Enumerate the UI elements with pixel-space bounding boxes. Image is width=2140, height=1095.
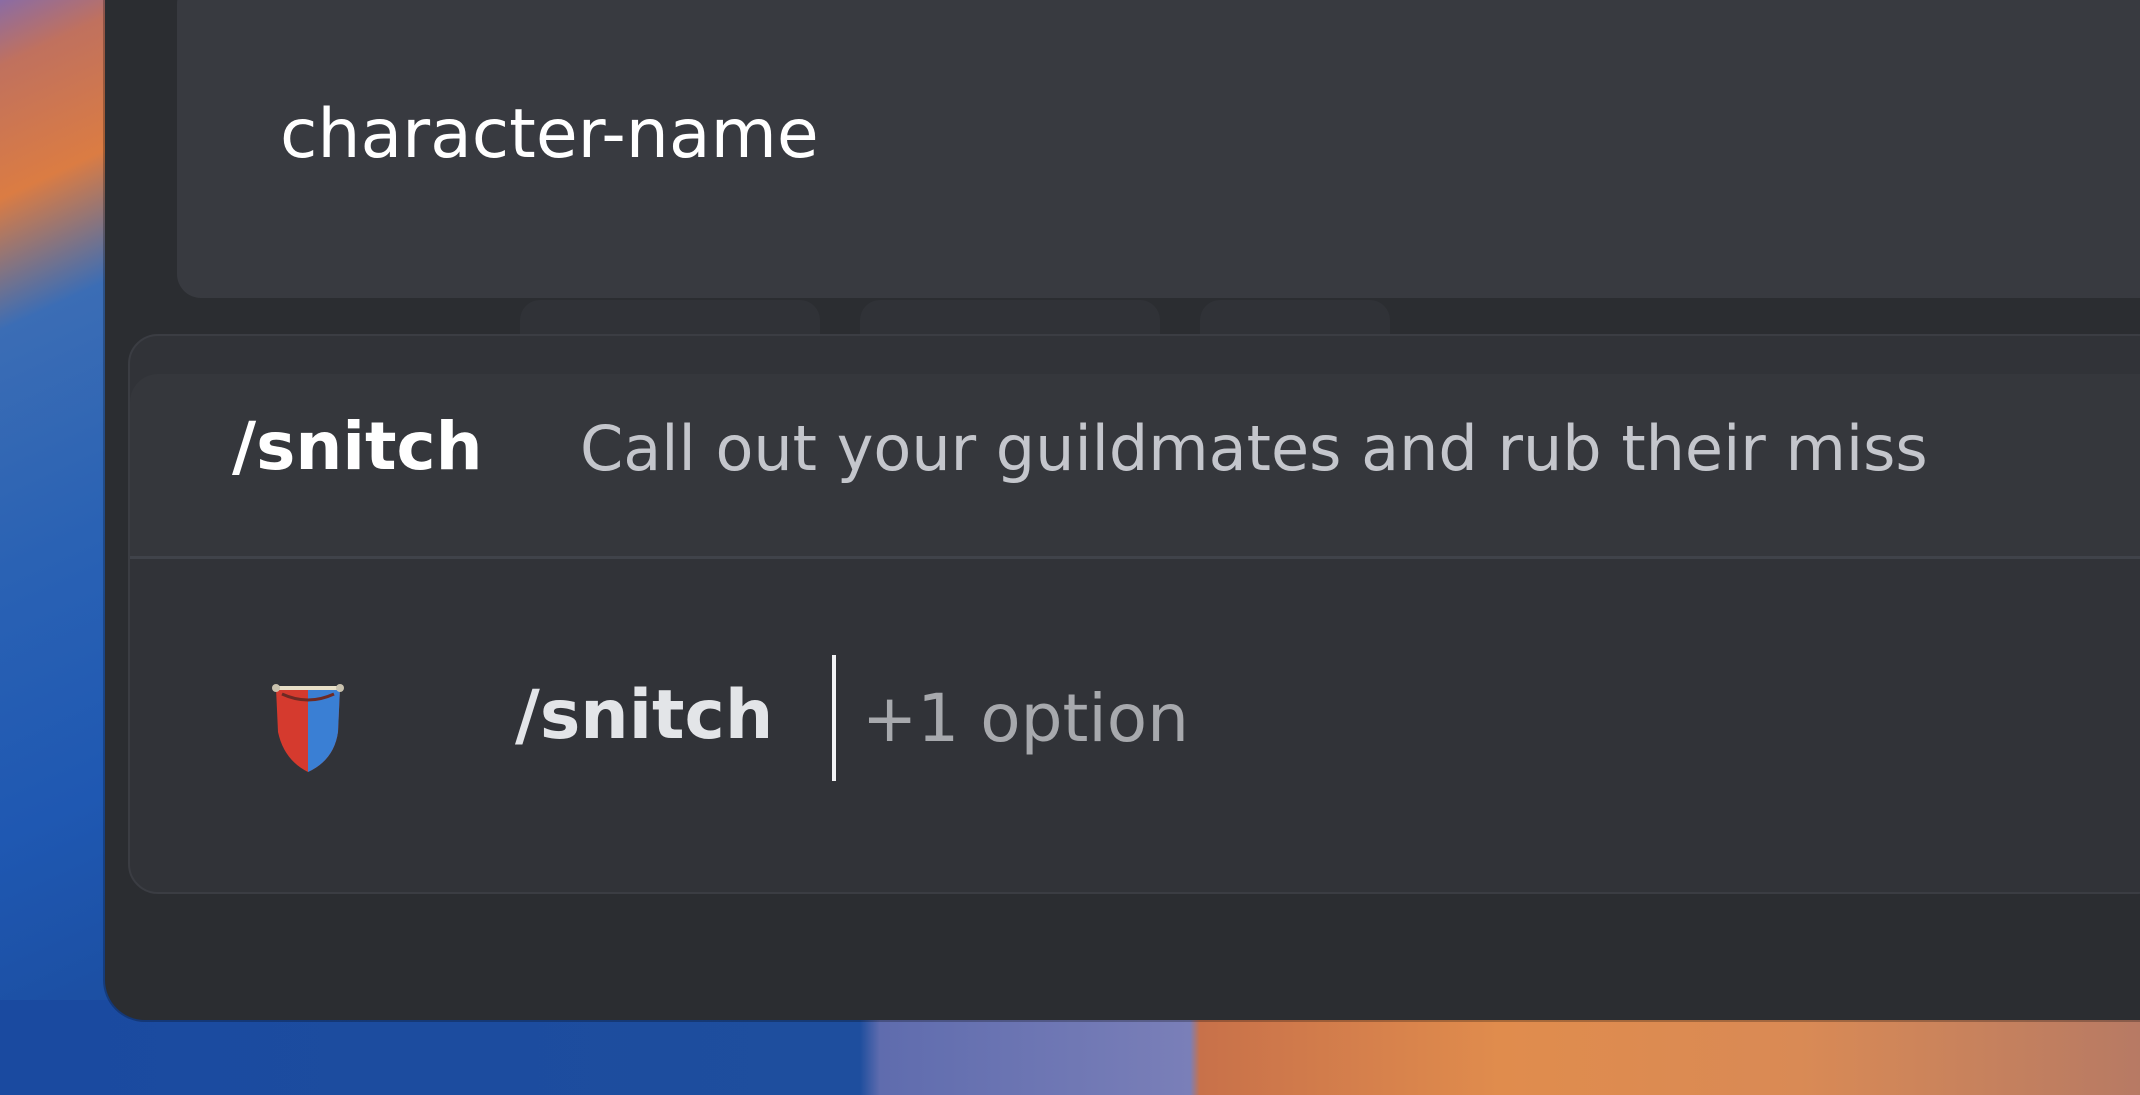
wallpaper-left-edge xyxy=(0,0,110,1095)
text-caret xyxy=(832,655,836,781)
channel-name-value[interactable]: character-name xyxy=(280,95,819,174)
message-input-command[interactable]: /snitch xyxy=(515,676,773,755)
command-suggestion-name[interactable]: /snitch xyxy=(232,408,483,485)
shield-banner-icon xyxy=(272,684,344,772)
command-suggestion-description: Call out your guildmates and rub their m… xyxy=(580,412,1928,485)
command-options-hint[interactable]: +1 option xyxy=(862,680,1189,757)
divider xyxy=(130,556,2140,559)
